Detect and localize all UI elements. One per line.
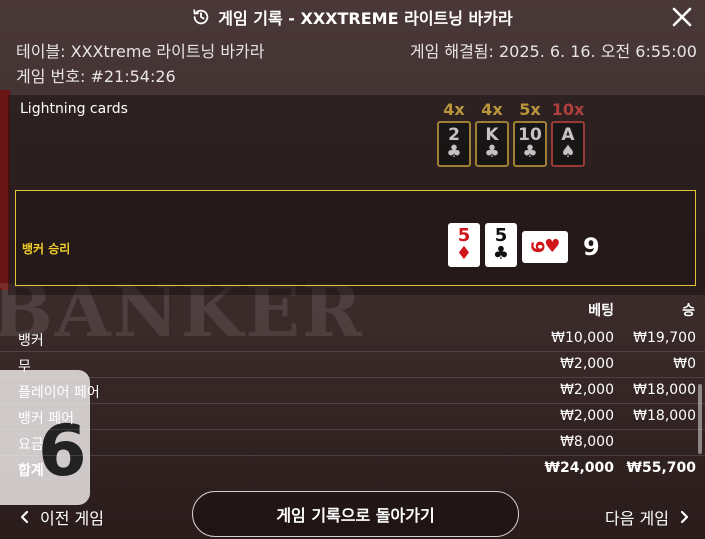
previous-game-label: 이전 게임 — [40, 509, 104, 528]
lightning-multiplier: 4x — [443, 100, 465, 119]
win-amount: ₩19,700 — [633, 330, 696, 346]
lightning-card-face: A ♠ — [551, 121, 585, 167]
table-row: 뱅커 페어 ₩2,000 ₩18,000 — [0, 404, 705, 430]
banker-score: 9 — [583, 233, 600, 261]
game-resolved-time: 게임 해결됨: 2025. 6. 16. 오전 6:55:00 — [409, 42, 697, 61]
total-bet: ₩24,000 — [544, 460, 614, 476]
club-icon: ♣ — [484, 142, 500, 162]
table-row: 무 ₩2,000 ₩0 — [0, 352, 705, 378]
win-amount: ₩18,000 — [633, 408, 696, 424]
lightning-card: 4x K ♣ — [475, 99, 509, 167]
dialog-title-text: 게임 기록 - XXXTREME 라이트닝 바카라 — [218, 9, 513, 28]
playing-card: 5 ♣ — [485, 223, 517, 267]
lightning-cards: 4x 2 ♣ 4x K ♣ 5x 10 ♣ 10x A ♠ — [437, 99, 585, 167]
bet-column-header: 베팅 — [588, 303, 614, 319]
bet-amount: ₩2,000 — [560, 408, 614, 424]
diamond-icon: ♦ — [455, 243, 473, 264]
bet-amount: ₩10,000 — [551, 330, 614, 346]
close-icon[interactable] — [669, 4, 695, 30]
win-amount: ₩18,000 — [633, 382, 696, 398]
bet-amount: ₩2,000 — [560, 356, 614, 372]
lightning-card-face: 10 ♣ — [513, 121, 547, 167]
lightning-cards-label: Lightning cards — [20, 101, 128, 117]
result-label: 뱅커 승리 — [22, 242, 71, 256]
footer-nav: 이전 게임 게임 기록으로 돌아가기 다음 게임 — [0, 486, 705, 539]
table-row: 뱅커 ₩10,000 ₩19,700 — [0, 326, 705, 352]
back-to-history-button[interactable]: 게임 기록으로 돌아가기 — [192, 491, 519, 537]
total-row: 합계 ₩24,000 ₩55,700 — [0, 456, 705, 481]
previous-game-button[interactable]: 이전 게임 — [20, 505, 104, 529]
history-icon — [192, 8, 210, 26]
card-rank: 9 — [525, 240, 547, 254]
table-row: 플레이어 페어 ₩2,000 ₩18,000 — [0, 378, 705, 404]
lightning-card-face: K ♣ — [475, 121, 509, 167]
win-column-header: 승 — [682, 303, 695, 319]
club-icon: ♣ — [446, 142, 462, 162]
next-game-button[interactable]: 다음 게임 — [605, 505, 689, 529]
lightning-multiplier: 4x — [481, 100, 503, 119]
dialog-header: 게임 기록 - XXXTREME 라이트닝 바카라 — [0, 0, 705, 34]
lightning-card: 10x A ♠ — [551, 99, 585, 167]
dialog-title: 게임 기록 - XXXTREME 라이트닝 바카라 — [192, 5, 513, 29]
lightning-multiplier: 10x — [551, 100, 585, 119]
win-amount: ₩0 — [673, 356, 696, 372]
bets-table: 뱅커 ₩10,000 ₩19,700 무 ₩2,000 ₩0 플레이어 페어 ₩… — [0, 326, 705, 481]
bet-name: 요금 — [18, 437, 44, 453]
lightning-card: 4x 2 ♣ — [437, 99, 471, 167]
next-game-label: 다음 게임 — [605, 509, 669, 528]
playing-card-rotated: 9 ♥ — [522, 231, 568, 263]
table-row: 요금 ₩8,000 — [0, 430, 705, 456]
total-win: ₩55,700 — [626, 460, 696, 476]
spade-icon: ♠ — [560, 142, 576, 162]
club-icon: ♣ — [492, 243, 510, 264]
bet-name: 뱅커 — [18, 333, 44, 349]
game-number: 게임 번호: #21:54:26 — [16, 67, 176, 86]
lightning-card: 5x 10 ♣ — [513, 99, 547, 167]
bet-name: 무 — [18, 359, 31, 375]
bet-name: 플레이어 페어 — [18, 385, 100, 401]
scrollbar[interactable] — [698, 384, 702, 454]
bet-amount: ₩2,000 — [560, 382, 614, 398]
bet-name: 뱅커 페어 — [18, 411, 74, 427]
lightning-multiplier: 5x — [519, 100, 541, 119]
chevron-left-icon — [20, 509, 30, 525]
total-label: 합계 — [18, 463, 44, 479]
club-icon: ♣ — [522, 142, 538, 162]
lightning-card-face: 2 ♣ — [437, 121, 471, 167]
playing-card: 5 ♦ — [448, 223, 480, 267]
bet-amount: ₩8,000 — [560, 434, 614, 450]
chevron-right-icon — [679, 509, 689, 525]
table-name: 테이블: XXXtreme 라이트닝 바카라 — [16, 42, 265, 61]
